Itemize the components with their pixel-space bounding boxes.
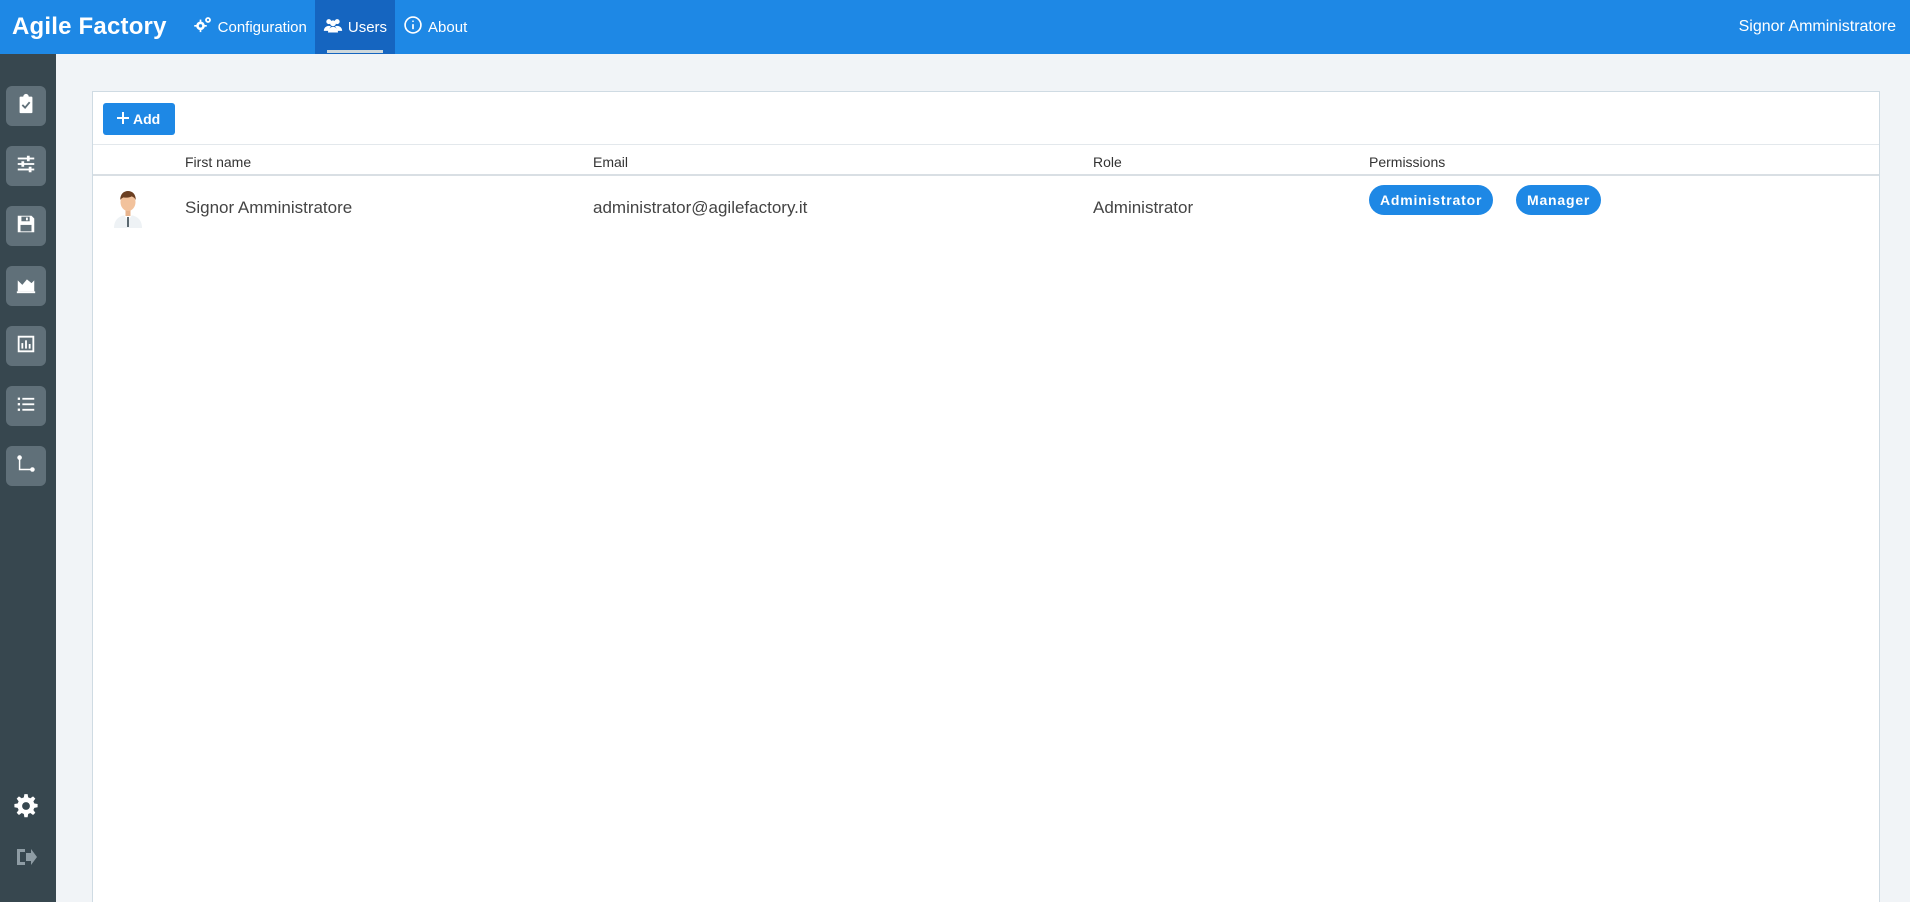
sidebar-logout[interactable] [8, 841, 44, 877]
sidebar-item-settings[interactable] [6, 146, 46, 186]
sidebar-item-lists[interactable] [6, 386, 46, 426]
plus-icon [117, 111, 129, 127]
info-circle-icon [403, 15, 423, 39]
sidebar-item-storage[interactable] [6, 206, 46, 246]
column-header-email[interactable]: Email [593, 154, 628, 170]
sidebar-settings[interactable] [8, 790, 44, 826]
logout-icon [14, 845, 38, 874]
user-first-name: Signor Amministratore [185, 198, 353, 217]
add-user-label: Add [133, 111, 161, 127]
workflow-icon [15, 453, 37, 480]
nav-about[interactable]: About [395, 0, 475, 54]
nav-configuration-label: Configuration [217, 18, 307, 36]
brand-title[interactable]: Agile Factory [0, 13, 185, 41]
current-user-menu[interactable]: Signor Amministratore [1739, 18, 1910, 36]
users-panel: Add First name Email Role Permissions Si… [92, 91, 1880, 902]
cogs-icon [193, 15, 213, 39]
nav-configuration[interactable]: Configuration [185, 0, 315, 54]
permission-badge-manager: Manager [1516, 185, 1602, 215]
gear-icon [13, 793, 39, 824]
area-chart-icon [15, 273, 37, 300]
table-header: First name Email Role Permissions [93, 145, 1879, 176]
user-email: administrator@agilefactory.it [593, 198, 808, 217]
bar-chart-icon [15, 333, 37, 360]
sidebar-item-workflow[interactable] [6, 446, 46, 486]
user-role: Administrator [1093, 198, 1194, 217]
nav-users-label: Users [347, 18, 388, 36]
sidebar-item-tasks[interactable] [6, 86, 46, 126]
top-navbar: Agile Factory Configuration Users About … [0, 0, 1910, 54]
column-header-role[interactable]: Role [1093, 154, 1122, 170]
sliders-icon [15, 153, 37, 180]
sidebar-item-production[interactable] [6, 266, 46, 306]
column-header-permissions[interactable]: Permissions [1369, 154, 1445, 170]
add-user-button[interactable]: Add [103, 103, 176, 135]
permission-badge-administrator: Administrator [1369, 185, 1494, 215]
table-row[interactable]: Signor Amministratore administrator@agil… [93, 177, 1879, 239]
avatar [111, 186, 145, 228]
users-icon [323, 15, 343, 39]
column-header-first-name[interactable]: First name [185, 154, 251, 170]
clipboard-check-icon [15, 93, 37, 120]
nav-about-label: About [428, 18, 468, 36]
save-icon [15, 213, 37, 240]
nav-users[interactable]: Users [314, 0, 396, 54]
sidebar [0, 54, 56, 902]
list-icon [15, 393, 37, 420]
sidebar-item-reports[interactable] [6, 326, 46, 366]
